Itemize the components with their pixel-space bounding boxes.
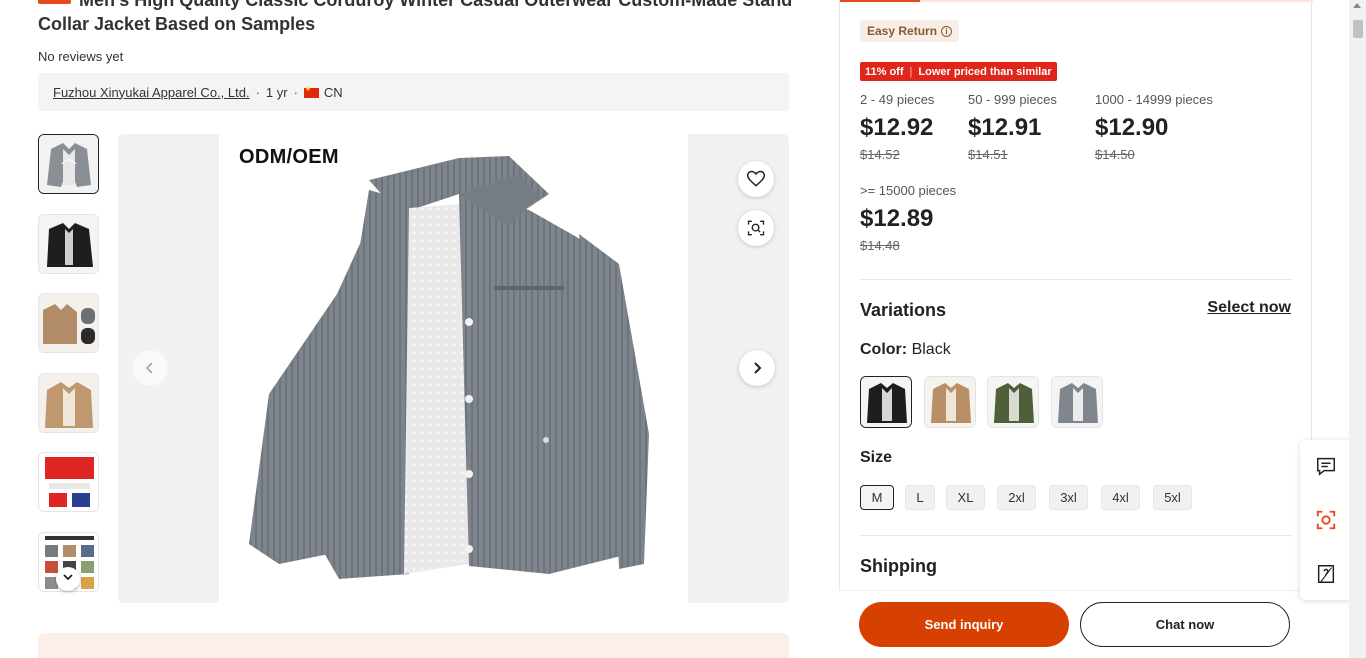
product-title: Men's High Quality Classic Corduroy Wint… <box>38 0 798 36</box>
image-search-button[interactable] <box>738 210 774 246</box>
tier-original-price: $14.50 <box>1095 147 1135 162</box>
size-option-xl[interactable]: XL <box>946 485 985 510</box>
thumbnail-strip: ︿ <box>38 134 99 594</box>
main-product-image[interactable]: ODM/OEM <box>118 134 789 603</box>
reviews-text: No reviews yet <box>38 49 124 64</box>
separator-dot: · <box>255 84 260 100</box>
khaki-jacket-swatch-image <box>925 377 975 427</box>
gray-corduroy-jacket-image <box>249 156 649 579</box>
chevron-left-icon <box>145 362 153 374</box>
tier-original-price: $14.48 <box>860 238 900 253</box>
khaki-jacket-set-thumbnail <box>39 294 98 352</box>
color-swatch-olive[interactable] <box>987 376 1039 428</box>
previous-image-button[interactable] <box>132 350 168 386</box>
favorite-button[interactable] <box>738 161 774 197</box>
ai-scan-icon <box>1316 510 1336 530</box>
promo-banner <box>38 633 789 658</box>
scroll-up-arrow-icon[interactable] <box>1353 3 1361 8</box>
thumbnail-scroll-up-icon[interactable]: ︿ <box>57 147 81 171</box>
color-swatch-khaki[interactable] <box>924 376 976 428</box>
price-tier-2: 50 - 999 pieces $12.91 $14.51 <box>968 92 1057 162</box>
thumbnail-scroll-down-icon[interactable] <box>56 567 80 591</box>
tier-price: $12.91 <box>968 114 1042 141</box>
gray-jacket-swatch-image <box>1052 377 1102 427</box>
tier-quantity: 2 - 49 pieces <box>860 92 935 107</box>
discount-percent: 11% off <box>865 65 904 78</box>
supplier-country: CN <box>323 84 343 100</box>
floating-toolbar <box>1300 440 1352 600</box>
price-tier-1: 2 - 49 pieces $12.92 $14.52 <box>860 92 934 162</box>
thumbnail-3[interactable] <box>38 293 99 353</box>
size-option-2xl[interactable]: 2xl <box>997 485 1036 510</box>
separator: | <box>909 65 913 78</box>
supplier-name-link[interactable]: Fuzhou Xinyukai Apparel Co., Ltd. <box>53 85 250 100</box>
chat-now-button[interactable]: Chat now <box>1080 602 1290 647</box>
easy-return-label: Easy Return <box>867 24 938 38</box>
page-scrollbar[interactable] <box>1349 0 1366 658</box>
scan-search-icon <box>747 220 765 236</box>
message-icon <box>1317 457 1335 476</box>
panel-accent <box>840 0 920 2</box>
tier-price: $12.92 <box>860 114 934 141</box>
price-tier-3: 1000 - 14999 pieces $12.90 $14.50 <box>1095 92 1213 162</box>
separator-dot: · <box>293 84 298 100</box>
size-option-4xl[interactable]: 4xl <box>1101 485 1140 510</box>
price-tier-4: >= 15000 pieces $12.89 $14.48 <box>860 183 956 253</box>
black-jacket-thumbnail <box>39 215 98 273</box>
tier-quantity: 1000 - 14999 pieces <box>1095 92 1213 107</box>
size-option-3xl[interactable]: 3xl <box>1049 485 1088 510</box>
thumbnail-5[interactable] <box>38 452 99 512</box>
size-option-m[interactable]: M <box>860 485 894 510</box>
black-jacket-swatch-image <box>861 377 911 427</box>
discount-note: Lower priced than similar <box>918 65 1052 78</box>
feedback-button[interactable] <box>1313 561 1339 587</box>
variations-title: Variations <box>860 300 947 320</box>
panel-accent-light <box>920 0 1313 2</box>
chevron-right-icon <box>754 362 762 374</box>
tier-original-price: $14.52 <box>860 147 900 162</box>
thumbnail-1[interactable]: ︿ <box>38 134 99 194</box>
color-swatch-gray[interactable] <box>1051 376 1103 428</box>
feedback-icon <box>1317 565 1335 583</box>
color-label: Color: Black <box>860 341 951 359</box>
ai-scan-button[interactable] <box>1313 507 1339 533</box>
color-label-key: Color: <box>860 341 908 358</box>
supplier-years: 1 yr <box>265 84 288 100</box>
tier-price: $12.90 <box>1095 114 1169 141</box>
thumbnail-2[interactable] <box>38 214 99 274</box>
size-option-l[interactable]: L <box>905 485 935 510</box>
tier-quantity: >= 15000 pieces <box>860 183 957 198</box>
message-button[interactable] <box>1313 453 1339 479</box>
select-now-link[interactable]: Select now <box>1207 299 1291 317</box>
cta-bar: Send inquiry Chat now <box>839 590 1312 658</box>
send-inquiry-button[interactable]: Send inquiry <box>859 602 1069 647</box>
shipping-title: Shipping <box>860 556 937 576</box>
thumbnail-4[interactable] <box>38 373 99 433</box>
info-icon[interactable]: i <box>941 25 953 37</box>
heart-icon <box>746 170 766 187</box>
custom-brand-thumbnail <box>39 453 98 511</box>
tier-quantity: 50 - 999 pieces <box>968 92 1057 107</box>
size-title: Size <box>860 449 893 466</box>
chevron-down-icon <box>63 574 73 581</box>
tier-price: $12.89 <box>860 205 934 232</box>
china-flag-icon <box>303 85 319 98</box>
next-image-button[interactable] <box>739 350 775 386</box>
product-title-text: Men's High Quality Classic Corduroy Wint… <box>38 0 793 34</box>
khaki-jacket-thumbnail <box>39 374 98 432</box>
supplier-bar: Fuzhou Xinyukai Apparel Co., Ltd. · 1 yr… <box>38 73 789 111</box>
divider <box>860 279 1292 280</box>
scrollbar-thumb[interactable] <box>1353 20 1363 38</box>
purchase-panel: Easy Return i 11% off | Lower priced tha… <box>839 0 1313 658</box>
color-swatch-black[interactable] <box>860 376 912 428</box>
tier-original-price: $14.51 <box>968 147 1008 162</box>
easy-return-badge[interactable]: Easy Return i <box>860 20 960 42</box>
main-image-canvas: ODM/OEM <box>219 134 688 603</box>
product-page: Men's High Quality Classic Corduroy Wint… <box>0 0 1366 658</box>
discount-badge: 11% off | Lower priced than similar <box>860 62 1057 81</box>
divider <box>860 535 1292 536</box>
olive-jacket-swatch-image <box>988 377 1038 427</box>
size-option-5xl[interactable]: 5xl <box>1153 485 1192 510</box>
color-label-value: Black <box>911 341 951 358</box>
